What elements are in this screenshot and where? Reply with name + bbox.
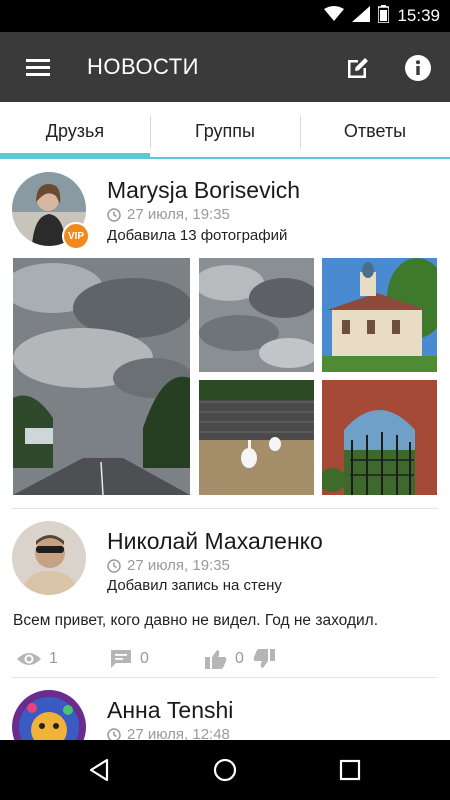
tab-groups[interactable]: Группы [150,102,300,160]
hamburger-icon [26,59,50,76]
thumbs-up-icon [205,650,227,669]
info-button[interactable] [400,50,436,86]
compose-button[interactable] [340,50,376,86]
recents-icon [339,759,361,781]
battery-icon [377,4,391,28]
wifi-icon [324,5,345,27]
post-author[interactable]: Анна Tenshi [107,697,233,724]
back-icon [89,758,109,782]
eye-icon [17,653,41,665]
tab-answers[interactable]: Ответы [300,102,450,160]
post-action: Добавила 13 фотографий [107,227,288,244]
comments-count: 0 [140,650,149,667]
post-time: 27 июля, 19:35 [127,206,230,223]
photo-thumbnail[interactable] [199,258,314,372]
like-button[interactable]: 0 [205,644,244,674]
post-time: 27 июля, 19:35 [127,557,230,574]
comment-icon [111,650,131,668]
status-bar: 15:39 [0,0,450,32]
home-button[interactable] [200,750,250,790]
status-icons: 15:39 [324,0,440,32]
menu-button[interactable] [18,52,58,82]
post-author[interactable]: Николай Махаленко [107,528,323,555]
tab-friends[interactable]: Друзья [0,102,150,160]
post-body-text: Всем привет, кого давно не видел. Год не… [13,612,378,629]
clock-icon [107,207,121,222]
photo-thumbnail[interactable] [322,380,437,495]
comments-button[interactable]: 0 [110,644,149,674]
page-title: НОВОСТИ [87,54,199,79]
info-icon [405,55,431,81]
home-icon [213,758,237,782]
photo-thumbnail[interactable] [199,380,314,495]
edit-icon [348,58,368,78]
post-meta: 27 июля, 19:35 [107,557,230,574]
photo-thumbnail[interactable] [13,258,190,495]
dislike-button[interactable] [253,644,275,674]
system-nav-bar [0,740,450,800]
back-button[interactable] [74,750,124,790]
thumbs-down-icon [253,649,275,668]
post-divider [12,677,438,678]
avatar[interactable] [12,521,86,595]
post-meta: 27 июля, 19:35 [107,206,230,223]
views-count: 1 [49,650,58,667]
app-bar: НОВОСТИ [0,32,450,102]
clock-icon [107,558,121,573]
post-action: Добавил запись на стену [107,577,282,594]
post-divider [12,508,438,509]
recents-button[interactable] [325,750,375,790]
photo-thumbnail[interactable] [322,258,437,372]
tab-bar: Друзья Группы Ответы [0,102,450,160]
status-time: 15:39 [397,6,440,25]
tab-active-indicator [0,153,150,159]
likes-count: 0 [235,650,244,667]
vip-badge: VIP [62,222,90,250]
post-stats: 1 0 0 [0,644,450,674]
signal-icon [352,5,371,27]
views-counter: 1 [17,644,58,674]
post-author[interactable]: Marysja Borisevich [107,177,300,204]
